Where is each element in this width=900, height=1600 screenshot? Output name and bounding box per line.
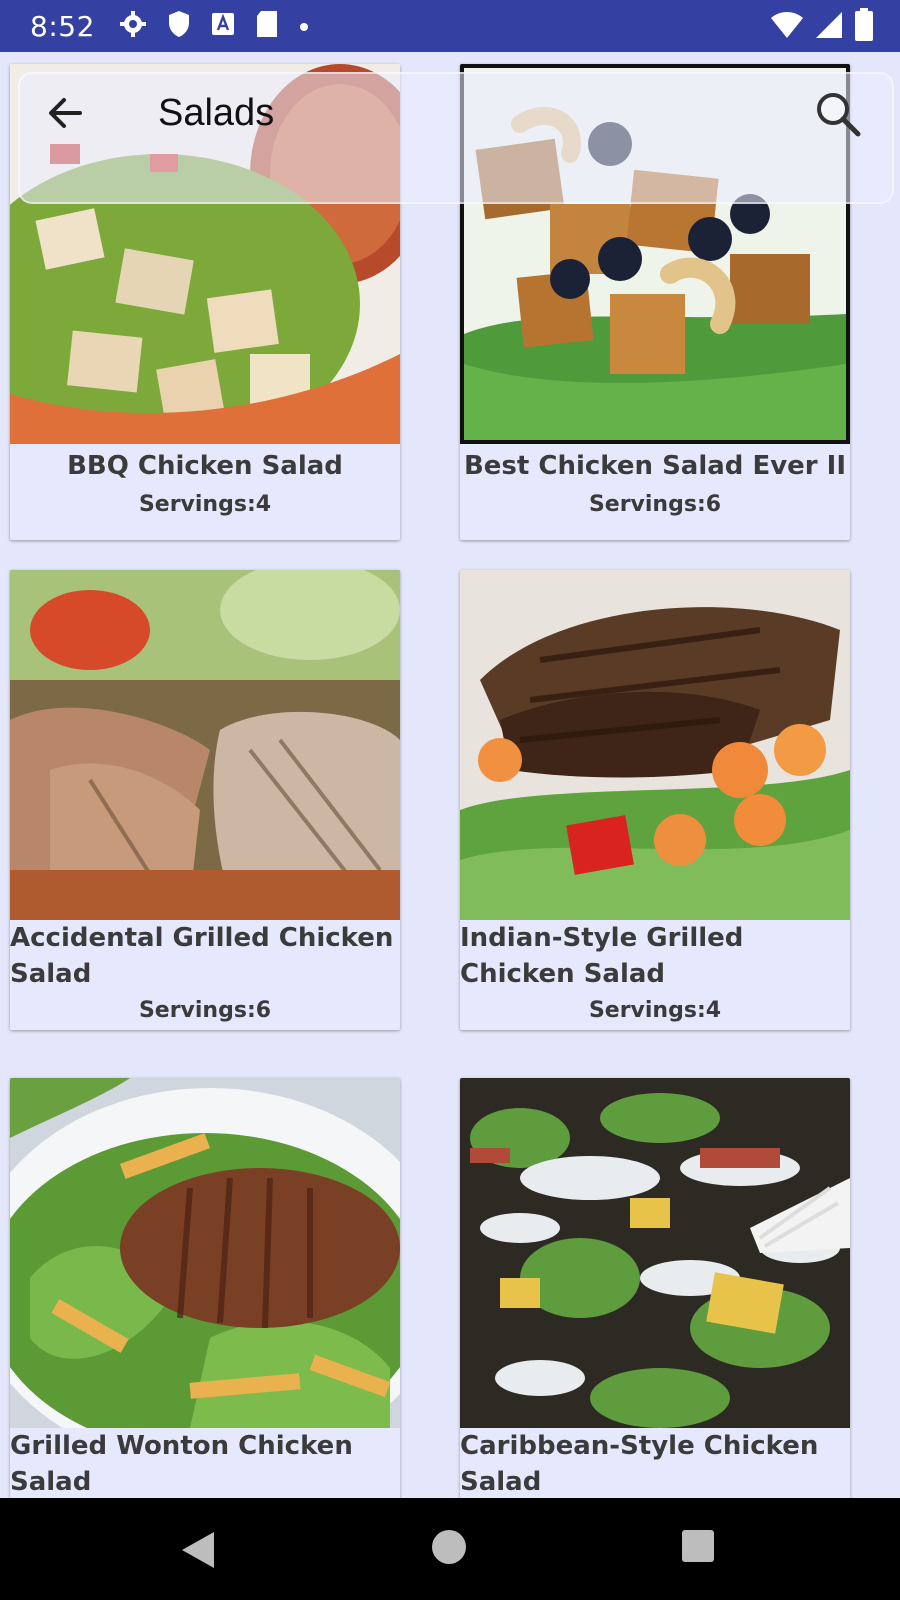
recipe-servings: Servings:6 — [138, 998, 272, 1023]
recipe-title: Accidental Grilled Chicken Salad — [10, 923, 394, 989]
recipe-photo — [460, 570, 850, 920]
navigation-bar — [0, 1498, 900, 1600]
recipe-photo — [460, 1078, 850, 1428]
recipe-title: Best Chicken Salad Ever II — [463, 451, 847, 481]
recipe-servings: Servings:4 — [588, 998, 722, 1023]
sd-card-icon — [255, 10, 279, 42]
page-title: Salads — [158, 92, 275, 134]
nav-home-icon[interactable] — [432, 1530, 466, 1564]
a-box-icon — [211, 12, 235, 40]
shield-icon — [167, 10, 191, 42]
gear-icon — [119, 10, 147, 42]
nav-recents-icon[interactable] — [682, 1530, 714, 1562]
recipe-photo — [10, 1078, 400, 1428]
recipe-title: Indian-Style Grilled Chicken Salad — [460, 923, 744, 989]
recipe-grid[interactable]: BBQ Chicken Salad Servings:4 Best Chicke… — [0, 52, 900, 1498]
recipe-servings: Servings:4 — [138, 492, 272, 517]
nav-back-icon[interactable] — [180, 1530, 216, 1574]
status-time: 8:52 — [30, 9, 95, 43]
recipe-card[interactable]: Grilled Wonton Chicken Salad — [10, 1078, 400, 1498]
wifi-icon — [770, 10, 804, 44]
battery-icon — [854, 8, 874, 46]
arrow-left-icon — [40, 98, 90, 142]
recipe-card[interactable]: Caribbean-Style Chicken Salad — [460, 1078, 850, 1498]
app-bar-background — [18, 72, 894, 204]
dot-icon — [299, 17, 309, 36]
recipe-card[interactable]: Accidental Grilled Chicken Salad Serving… — [10, 570, 400, 1030]
recipe-card[interactable]: Indian-Style Grilled Chicken Salad Servi… — [460, 570, 850, 1030]
recipe-title: Caribbean-Style Chicken Salad — [460, 1431, 819, 1497]
search-button[interactable] — [810, 86, 866, 142]
search-icon — [810, 93, 866, 146]
recipe-title: BBQ Chicken Salad — [67, 451, 343, 481]
app-bar: Salads — [0, 52, 900, 204]
recipe-photo — [10, 570, 400, 920]
recipe-servings: Servings:6 — [588, 492, 722, 517]
status-bar: 8:52 — [0, 0, 900, 52]
signal-icon — [814, 10, 844, 44]
recipe-title: Grilled Wonton Chicken Salad — [10, 1431, 353, 1497]
back-button[interactable] — [40, 88, 90, 138]
